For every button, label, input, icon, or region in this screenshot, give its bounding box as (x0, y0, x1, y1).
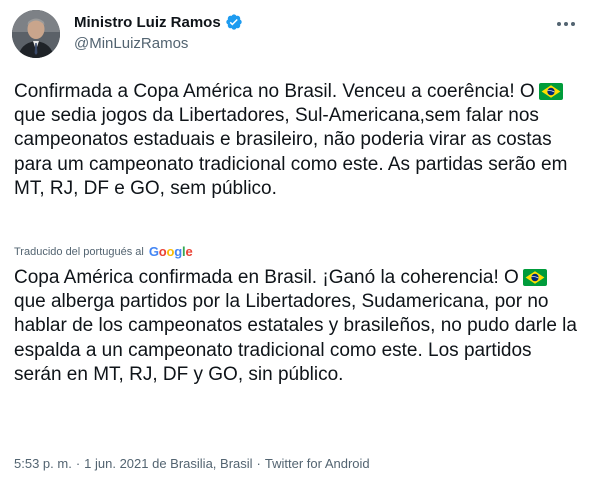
verified-badge-icon (225, 13, 243, 31)
meta-separator: · (256, 456, 261, 471)
translation-attribution[interactable]: Traducido del portugués al Google (14, 244, 193, 259)
translation-label: Traducido del portugués al (14, 245, 144, 258)
author-block: Ministro Luiz Ramos @MinLuizRamos (74, 12, 243, 52)
tweet-date-place: 1 jun. 2021 de Brasilia, Brasil (84, 456, 253, 471)
display-name[interactable]: Ministro Luiz Ramos (74, 14, 221, 31)
flag-brazil-icon (538, 83, 563, 100)
tweet-time: 5:53 p. m. (14, 456, 72, 471)
tweet-card: Ministro Luiz Ramos @MinLuizRamos Confir… (0, 0, 594, 480)
tweet-timestamp-link[interactable]: 5:53 p. m. · 1 jun. 2021 de Brasilia, Bras… (14, 456, 253, 471)
user-handle[interactable]: @MinLuizRamos (74, 35, 243, 52)
translation-text-part: que alberga partidos por la Libertadores… (14, 291, 577, 385)
meta-separator: · (75, 456, 81, 471)
avatar[interactable] (12, 10, 60, 58)
tweet-meta: 5:53 p. m. · 1 jun. 2021 de Brasilia, Bras… (14, 456, 370, 471)
tweet-source-link[interactable]: Twitter for Android (265, 456, 370, 471)
tweet-text-translation: Copa América confirmada en Brasil. ¡Ganó… (14, 266, 580, 387)
tweet-text-part: Confirmada a Copa América no Brasil. Ven… (14, 81, 535, 102)
google-logo: Google (148, 244, 193, 259)
more-horizontal-icon[interactable] (552, 12, 580, 36)
flag-brazil-icon (522, 269, 547, 286)
translation-text-part: Copa América confirmada en Brasil. ¡Ganó… (14, 267, 519, 288)
tweet-text-original: Confirmada a Copa América no Brasil. Ven… (14, 80, 580, 201)
tweet-text-part: que sedia jogos da Libertadores, Sul-Ame… (14, 105, 568, 199)
name-row: Ministro Luiz Ramos (74, 12, 243, 32)
